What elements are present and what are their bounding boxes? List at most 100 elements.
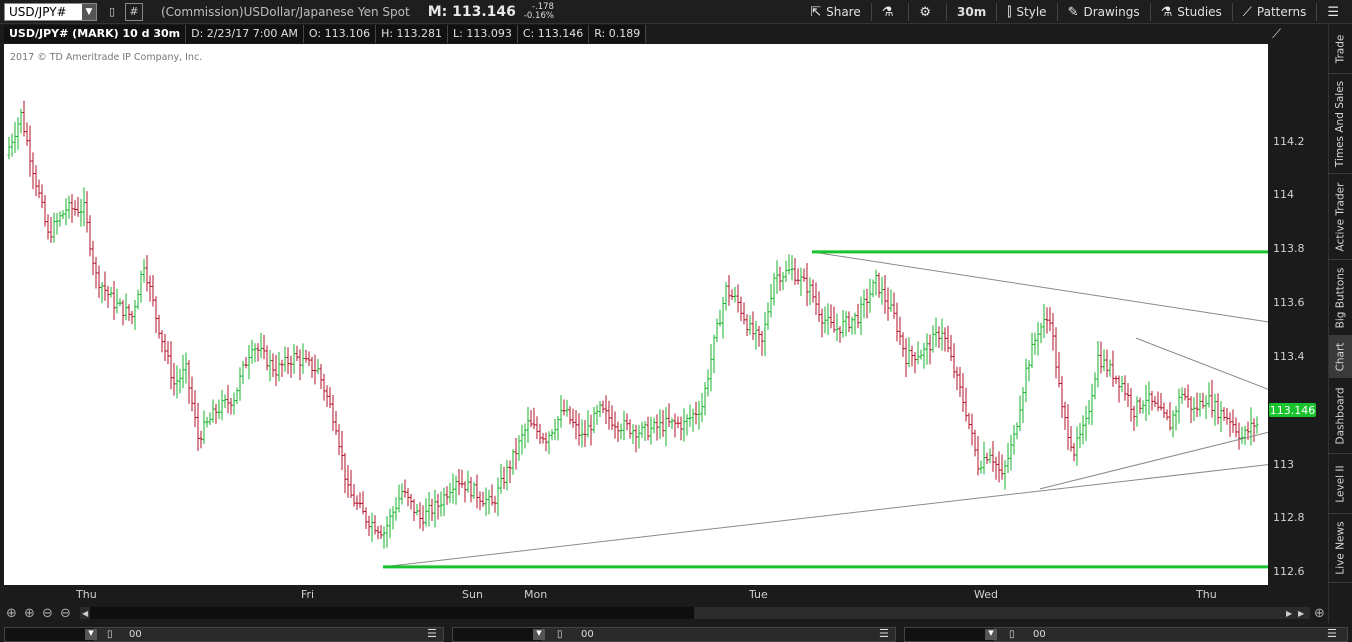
hamburger-icon[interactable]: ☰: [1327, 627, 1337, 640]
ohlc-bar: [241, 360, 245, 385]
ohlc-bar: [334, 410, 338, 435]
ohlc-bar: [850, 316, 854, 335]
symbol-selector[interactable]: USD/JPY# ▼: [4, 2, 97, 21]
sidebar-item-label: Active Trader: [1334, 182, 1347, 251]
sidebar-item-level-ii[interactable]: Level II: [1329, 454, 1352, 514]
sidebar-item-chart[interactable]: Chart: [1329, 336, 1352, 378]
expand-icon[interactable]: ⊕: [1314, 606, 1325, 621]
ohlc-bar: [625, 413, 629, 431]
ohlc-bar: [883, 275, 887, 314]
flask-button[interactable]: ⚗: [882, 5, 899, 20]
sidebar-item-big-buttons[interactable]: Big Buttons: [1329, 260, 1352, 336]
price-axis[interactable]: 114.2114113.8113.6113.4113.2113112.8112.…: [1268, 24, 1328, 585]
draw-tool-icon[interactable]: ⟋: [1272, 27, 1290, 42]
sidebar-item-live-news[interactable]: Live News: [1329, 514, 1352, 583]
trend-line[interactable]: [382, 464, 1269, 568]
ohlc-bar: [94, 256, 98, 289]
chevron-down-icon[interactable]: ▼: [82, 3, 96, 20]
sidebar-item-dashboard[interactable]: Dashboard: [1329, 378, 1352, 454]
ohlc-bar: [55, 212, 59, 235]
ohlc-bar: [259, 332, 263, 359]
ohlc-bar: [865, 288, 869, 319]
ohlc-bar: [745, 314, 749, 336]
zoom-fit-icon[interactable]: ⊕: [6, 606, 17, 621]
zoom-out-icon[interactable]: ⊖: [42, 606, 53, 621]
ohlc-bar: [34, 165, 38, 197]
ohlc-bar: [658, 409, 662, 440]
ohlc-bar: [19, 108, 23, 134]
zoom-reset-icon[interactable]: ⊖: [60, 606, 71, 621]
gadget-panel[interactable]: ▼ ▯ 00 ☰: [904, 627, 1348, 642]
sidebar-item-label: Live News: [1334, 521, 1347, 575]
link-icon[interactable]: ▯: [557, 629, 563, 640]
ohlc-bar: [448, 482, 452, 503]
gadget-panel[interactable]: ▼ ▯ 00 ☰: [452, 627, 896, 642]
price-tick-label: 114: [1273, 188, 1294, 202]
ohlc-bar: [715, 318, 719, 343]
ohlc-bar: [514, 437, 518, 470]
ohlc-bar: [616, 421, 620, 442]
studies-button[interactable]: ⚗ Studies: [1161, 5, 1222, 20]
patterns-button[interactable]: ⟋ Patterns: [1243, 5, 1307, 20]
ohlc-bar: [1030, 332, 1034, 368]
drawings-button[interactable]: ✎ Drawings: [1068, 5, 1140, 20]
link-icon[interactable]: ▯: [107, 629, 113, 640]
hamburger-icon[interactable]: ☰: [427, 627, 437, 640]
chevron-down-icon[interactable]: ▼: [85, 629, 97, 640]
ohlc-bar: [169, 341, 173, 390]
chart-scrollbar[interactable]: ◀ ▶ ▶: [80, 607, 1310, 619]
ohlc-bar: [568, 406, 572, 425]
time-axis[interactable]: Thu Fri Sun Mon Tue Wed Thu: [4, 585, 1268, 605]
link-icon[interactable]: ▯: [1009, 629, 1015, 640]
ohlc-bar: [181, 354, 185, 389]
panel-symbol-input[interactable]: [453, 628, 543, 641]
scrollbar-thumb[interactable]: [90, 607, 694, 619]
ohlc-bar: [1117, 375, 1121, 403]
chevron-down-icon[interactable]: ▼: [533, 629, 545, 640]
sidebar-item-active-trader[interactable]: Active Trader: [1329, 174, 1352, 260]
ohlc-bar: [415, 503, 419, 516]
menu-button[interactable]: ☰: [1327, 5, 1344, 20]
panel-symbol-input[interactable]: [905, 628, 995, 641]
chevron-down-icon[interactable]: ▼: [985, 629, 997, 640]
scroll-end-icon[interactable]: ▶: [1298, 609, 1304, 618]
ohlc-bar: [511, 449, 515, 475]
ohlc-bar: [754, 321, 758, 350]
sidebar-item-times-and-sales[interactable]: Times And Sales: [1329, 74, 1352, 174]
share-button[interactable]: ⇱ Share: [810, 5, 861, 20]
panel-symbol-input[interactable]: [5, 628, 95, 641]
ohlc-bar: [910, 345, 914, 367]
ohlc-bar: [580, 419, 584, 448]
scroll-right-icon[interactable]: ▶: [1286, 609, 1292, 618]
ohlc-bar: [106, 285, 110, 308]
chart-canvas[interactable]: [4, 44, 1269, 585]
panel-value: 00: [581, 629, 594, 640]
ohlc-bar: [337, 424, 341, 456]
ohlc-bar: [283, 346, 287, 372]
timeframe-button[interactable]: 30m: [957, 5, 986, 19]
sidebar-item-trade[interactable]: Trade: [1329, 24, 1352, 74]
style-button[interactable]: ⫿ Style: [1007, 5, 1046, 20]
ohlc-bar: [1237, 422, 1241, 450]
settings-button[interactable]: ⚙: [919, 5, 936, 20]
ohlc-bar: [295, 345, 299, 361]
hamburger-icon[interactable]: ☰: [879, 627, 889, 640]
hash-icon[interactable]: #: [125, 2, 143, 21]
trend-line[interactable]: [811, 251, 1269, 323]
ohlc-bar: [928, 334, 932, 365]
zoom-in-icon[interactable]: ⊕: [24, 606, 35, 621]
ohlc-bar: [319, 364, 323, 390]
ohlc-bar: [1048, 307, 1052, 332]
ohlc-bar: [976, 435, 980, 476]
ohlc-bar: [1210, 379, 1214, 418]
ohlc-bar: [529, 410, 533, 428]
gadget-panel[interactable]: ▼ ▯ 00 ☰: [4, 627, 444, 642]
ohlc-bar: [361, 491, 365, 515]
link-icon[interactable]: ▯: [103, 3, 121, 21]
scroll-left-icon[interactable]: ◀: [82, 609, 88, 618]
trend-line[interactable]: [1135, 337, 1269, 390]
ohlc-bar: [1111, 350, 1115, 387]
price-chart[interactable]: [4, 44, 1269, 585]
ohlc-bar: [703, 382, 707, 416]
ohlc-bar: [520, 424, 524, 455]
